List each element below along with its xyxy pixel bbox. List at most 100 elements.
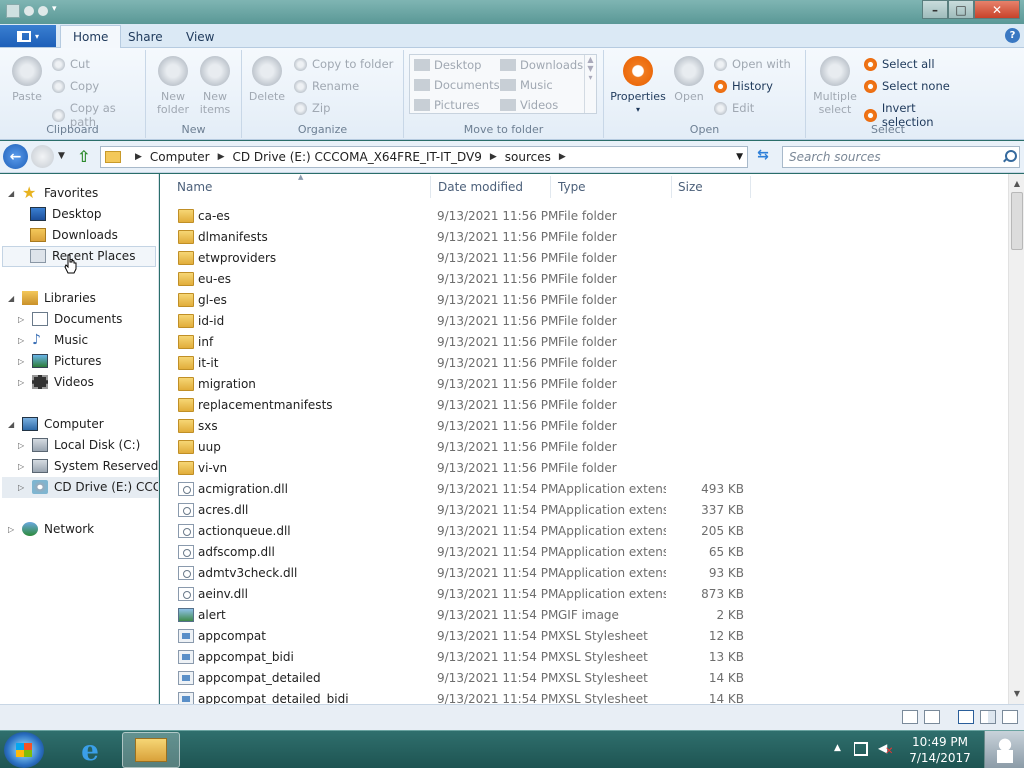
file-row[interactable]: appcompat_detailed 9/13/2021 11:54 PM XSL … <box>160 668 1008 689</box>
minimize-button[interactable]: – <box>922 0 948 19</box>
expand-icon[interactable]: ▷ <box>18 336 26 345</box>
file-row[interactable]: replacementmanifests 9/13/2021 11:56 PM Fi… <box>160 395 1008 416</box>
chevron-right-icon[interactable]: ▶ <box>218 152 225 162</box>
expand-icon[interactable]: ▷ <box>8 525 16 534</box>
collapse-icon[interactable]: ◢ <box>8 189 16 198</box>
expand-icon[interactable]: ▷ <box>18 441 26 450</box>
column-separator[interactable] <box>750 176 751 198</box>
open-with-button[interactable]: Open with <box>714 57 791 71</box>
new-items-button[interactable]: New items <box>198 56 232 116</box>
open-button[interactable]: Open <box>672 56 706 103</box>
column-separator[interactable] <box>430 176 431 198</box>
column-separator[interactable] <box>671 176 672 198</box>
vertical-scrollbar[interactable]: ▲ ▼ <box>1008 174 1024 704</box>
internet-explorer-icon[interactable]: e <box>64 733 116 767</box>
nav-computer[interactable]: ◢ Computer <box>8 417 104 431</box>
select-all-button[interactable]: Select all <box>864 57 935 71</box>
search-input[interactable]: Search sources <box>782 146 1020 168</box>
move-to-desktop[interactable]: Desktop <box>414 58 481 72</box>
forward-button[interactable] <box>31 145 54 168</box>
nav-network[interactable]: ▷ Network <box>8 522 94 536</box>
file-row[interactable]: aeinv.dll 9/13/2021 11:54 PM Application e… <box>160 584 1008 605</box>
address-dropdown-icon[interactable]: ▼ <box>736 152 743 162</box>
expand-icon[interactable]: ▷ <box>18 483 26 492</box>
nav-documents[interactable]: ▷ Documents <box>18 312 122 326</box>
select-none-button[interactable]: Select none <box>864 79 950 93</box>
scroll-down-icon[interactable]: ▼ <box>1009 686 1024 702</box>
move-to-music[interactable]: Music <box>500 78 553 92</box>
refresh-icon[interactable]: ⇆ <box>752 147 774 167</box>
file-row[interactable]: alert 9/13/2021 11:54 PM GIF image 2 KB <box>160 605 1008 626</box>
nav-cd-drive[interactable]: ▷CD Drive (E:) CCCOM <box>18 480 158 494</box>
start-button[interactable] <box>4 732 44 768</box>
move-to-pictures[interactable]: Pictures <box>414 98 480 112</box>
preview-pane-off-icon[interactable] <box>958 710 974 724</box>
preview-pane-icon[interactable] <box>1002 710 1018 724</box>
file-row[interactable]: acmigration.dll 9/13/2021 11:54 PM Applica… <box>160 479 1008 500</box>
file-row[interactable]: id-id 9/13/2021 11:56 PM File folder <box>160 311 1008 332</box>
file-row[interactable]: dlmanifests 9/13/2021 11:56 PM File folder <box>160 227 1008 248</box>
file-row[interactable]: appcompat_bidi 9/13/2021 11:54 PM XSL Styl… <box>160 647 1008 668</box>
gallery-scroll[interactable]: ▲ ▼ ▾ <box>584 55 596 113</box>
nav-pictures[interactable]: ▷ Pictures <box>18 354 102 368</box>
column-header-type[interactable]: Type <box>558 180 586 194</box>
show-hidden-icons-icon[interactable]: ▲ <box>834 743 841 753</box>
file-row[interactable]: eu-es 9/13/2021 11:56 PM File folder <box>160 269 1008 290</box>
tab-view[interactable]: View <box>174 25 226 48</box>
expand-icon[interactable]: ▷ <box>18 378 26 387</box>
column-separator[interactable] <box>550 176 551 198</box>
collapse-icon[interactable]: ◢ <box>8 294 16 303</box>
zip-button[interactable]: Zip <box>294 101 330 115</box>
file-menu-button[interactable]: ▾ <box>0 25 56 47</box>
move-to-documents[interactable]: Documents <box>414 78 500 92</box>
search-icon[interactable] <box>1002 150 1017 163</box>
qat-dropdown-icon[interactable]: ▾ <box>52 4 60 18</box>
details-pane-icon[interactable] <box>980 710 996 724</box>
properties-qat-icon[interactable] <box>6 4 20 18</box>
file-row[interactable]: uup 9/13/2021 11:56 PM File folder <box>160 437 1008 458</box>
back-button[interactable]: ← <box>3 144 28 169</box>
properties-button[interactable]: Properties ▾ <box>610 56 666 116</box>
user-avatar-icon[interactable] <box>984 731 1024 768</box>
file-row[interactable]: sxs 9/13/2021 11:56 PM File folder <box>160 416 1008 437</box>
volume-muted-icon[interactable]: ◀ <box>878 741 894 757</box>
help-icon[interactable]: ? <box>1005 28 1020 43</box>
undo-qat-icon[interactable] <box>38 6 48 16</box>
file-row[interactable]: vi-vn 9/13/2021 11:56 PM File folder <box>160 458 1008 479</box>
tab-share[interactable]: Share <box>116 25 175 48</box>
paste-button[interactable]: Paste <box>10 56 44 103</box>
large-icons-view-icon[interactable] <box>924 710 940 724</box>
nav-local-disk[interactable]: ▷ Local Disk (C:) <box>18 438 140 452</box>
clock[interactable]: 10:49 PM 7/14/2017 <box>900 734 980 766</box>
column-header-date[interactable]: Date modified <box>438 180 523 194</box>
breadcrumb-cd-drive[interactable]: CD Drive (E:) CCCOMA_X64FRE_IT-IT_DV9 <box>233 150 482 164</box>
move-to-downloads[interactable]: Downloads <box>500 58 583 72</box>
expand-icon[interactable]: ▷ <box>18 315 26 324</box>
up-folder-icon[interactable]: ⇧ <box>77 147 93 166</box>
nav-videos[interactable]: ▷ Videos <box>18 375 94 389</box>
tab-home[interactable]: Home <box>60 25 122 48</box>
collapse-icon[interactable]: ◢ <box>8 420 16 429</box>
file-row[interactable]: appcompat_detailed_bidi 9/13/2021 11:54 P… <box>160 689 1008 704</box>
file-row[interactable]: appcompat 9/13/2021 11:54 PM XSL Styleshee… <box>160 626 1008 647</box>
file-row[interactable]: actionqueue.dll 9/13/2021 11:54 PM Applica… <box>160 521 1008 542</box>
file-row[interactable]: inf 9/13/2021 11:56 PM File folder <box>160 332 1008 353</box>
copy-button[interactable]: Copy <box>52 79 99 93</box>
nav-desktop[interactable]: Desktop <box>16 207 102 221</box>
file-row[interactable]: adfscomp.dll 9/13/2021 11:54 PM Applicatio… <box>160 542 1008 563</box>
nav-libraries[interactable]: ◢ Libraries <box>8 291 96 305</box>
action-center-flag-icon[interactable] <box>854 742 868 756</box>
breadcrumb-sources[interactable]: sources <box>505 150 551 164</box>
history-button[interactable]: History <box>714 79 773 93</box>
chevron-right-icon[interactable]: ▶ <box>559 152 566 162</box>
nav-favorites[interactable]: ◢ ★ Favorites <box>8 185 98 201</box>
close-button[interactable]: ✕ <box>974 0 1020 19</box>
column-header-size[interactable]: Size <box>678 180 703 194</box>
expand-icon[interactable]: ▷ <box>18 357 26 366</box>
chevron-right-icon[interactable]: ▶ <box>490 152 497 162</box>
expand-icon[interactable]: ▷ <box>18 462 26 471</box>
delete-button[interactable]: Delete <box>249 56 285 103</box>
file-explorer-taskbar-button[interactable] <box>122 732 180 768</box>
file-row[interactable]: migration 9/13/2021 11:56 PM File folder <box>160 374 1008 395</box>
edit-button[interactable]: Edit <box>714 101 754 115</box>
